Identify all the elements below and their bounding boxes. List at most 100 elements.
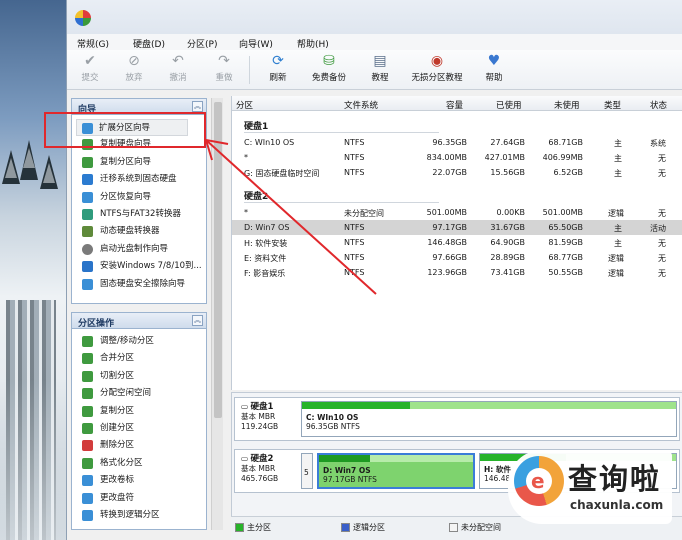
table-row[interactable]: * 未分配空间 501.00MB 0.00KB 501.00MB 逻辑 无 <box>232 205 682 220</box>
lossless-partition-tutorial-button[interactable]: ◉ 无损分区教程 <box>409 53 465 83</box>
allocate-icon <box>82 388 93 400</box>
redo-button[interactable]: ↷ 重做 <box>209 53 239 83</box>
partition-recovery-icon <box>82 191 93 203</box>
watermark: e 查询啦 chaxunla.com <box>508 450 672 524</box>
disk2-partition-d[interactable]: D: Win7 OS 97.17GB NTFS <box>317 453 475 489</box>
table-row[interactable]: E: 资料文件 NTFS 97.66GB 28.89GB 68.77GB 逻辑 … <box>232 250 682 265</box>
partition-ops-panel: 分区操作 ︽ 调整/移动分区 合并分区 切割分区 分配空闲空间 复制分区 创建分… <box>71 312 207 530</box>
partition-ops-header: 分区操作 ︽ <box>72 313 206 329</box>
op-resize-move[interactable]: 调整/移动分区 <box>72 333 206 350</box>
disk1-label: ▭ 硬盘1 基本 MBR 119.24GB <box>241 402 279 431</box>
refresh-icon: ⟳ <box>272 53 284 69</box>
left-panel-scrollbar[interactable] <box>211 98 223 530</box>
col-type[interactable]: 类型 <box>604 99 621 111</box>
check-icon: ✔ <box>84 53 96 69</box>
table-row[interactable]: C: WIn10 OS NTFS 96.35GB 27.64GB 68.71GB… <box>232 135 682 150</box>
discard-icon: ⊘ <box>128 53 140 69</box>
toolbar: ✔ 提交 ⊘ 放弃 ↶ 撤消 ↷ 重做 ⟳ 刷新 ⛁ 免费备份 ▤ 教程 ◉ 无… <box>67 50 682 90</box>
app-logo-icon <box>75 10 91 26</box>
ssd-erase-icon <box>82 278 93 290</box>
disk2-unallocated[interactable]: 5 <box>301 453 313 489</box>
tutorial-icon: ▤ <box>373 53 387 69</box>
op-copy-partition[interactable]: 复制分区 <box>72 403 206 420</box>
table-row-selected[interactable]: D: Win7 OS NTFS 97.17GB 31.67GB 65.50GB … <box>232 219 682 235</box>
ntfs-fat32-icon <box>82 208 93 220</box>
scrollbar-thumb[interactable] <box>214 102 222 418</box>
table-row[interactable]: * NTFS 834.00MB 427.01MB 406.99MB 主 无 <box>232 150 682 165</box>
discard-button[interactable]: ⊘ 放弃 <box>119 53 149 83</box>
legend-swatch <box>235 523 244 532</box>
label-icon <box>82 475 93 487</box>
title-bar <box>67 0 682 34</box>
wizard-item-ntfs-fat32[interactable]: NTFS与FAT32转换器 <box>72 206 206 223</box>
menu-bar: 常规(G) 硬盘(D) 分区(P) 向导(W) 帮助(H) <box>67 34 682 50</box>
watermark-logo-icon: e <box>514 456 564 506</box>
tutorial-button[interactable]: ▤ 教程 <box>365 53 395 83</box>
format-icon <box>82 457 93 469</box>
disk-map-disk1[interactable]: ▭ 硬盘1 基本 MBR 119.24GB C: WIn10 OS 96.35GB… <box>234 397 680 441</box>
copy-partition-icon <box>82 156 93 168</box>
copy-icon <box>82 405 93 417</box>
op-delete-partition[interactable]: 删除分区 <box>72 437 206 454</box>
dynamic-disk-icon <box>82 226 93 238</box>
create-icon <box>82 422 93 434</box>
col-free[interactable]: 未使用 <box>554 99 580 111</box>
undo-icon: ↶ <box>172 53 184 69</box>
op-change-letter[interactable]: 更改盘符 <box>72 490 206 507</box>
undo-button[interactable]: ↶ 撤消 <box>163 53 193 83</box>
drive-letter-icon <box>82 492 93 504</box>
migrate-os-icon <box>82 174 93 186</box>
windows-icon <box>82 261 93 273</box>
col-used[interactable]: 已使用 <box>496 99 522 111</box>
table-row[interactable]: G: 固态硬盘临时空间 NTFS 22.07GB 15.56GB 6.52GB … <box>232 165 682 180</box>
disk-group-header: 硬盘1 <box>232 111 682 135</box>
disk-group-header: 硬盘2 <box>232 181 682 205</box>
wizard-item-copy-partition[interactable]: 复制分区向导 <box>72 154 206 171</box>
tree-decoration <box>40 155 58 189</box>
partition-table: 分区 文件系统 容量 已使用 未使用 类型 状态 硬盘1 C: WIn10 OS… <box>231 96 682 390</box>
tree-decoration <box>20 140 38 180</box>
menu-partition[interactable]: 分区(P) <box>187 37 217 50</box>
op-split[interactable]: 切割分区 <box>72 368 206 385</box>
free-backup-button[interactable]: ⛁ 免费备份 <box>307 53 351 83</box>
toolbar-separator <box>249 56 250 84</box>
redo-icon: ↷ <box>218 53 230 69</box>
wizard-item-migrate-os[interactable]: 迁移系统到固态硬盘 <box>72 171 206 188</box>
usage-bar <box>302 402 411 409</box>
disk2-label: ▭ 硬盘2 基本 MBR 465.76GB <box>241 454 279 483</box>
legend-swatch <box>449 523 458 532</box>
boot-disc-icon <box>82 243 93 255</box>
commit-button[interactable]: ✔ 提交 <box>75 53 105 83</box>
annotation-highlight-box <box>44 112 206 148</box>
table-row[interactable]: F: 影音娱乐 NTFS 123.96GB 73.41GB 50.55GB 逻辑… <box>232 265 682 280</box>
collapse-icon[interactable]: ︽ <box>192 315 203 326</box>
tree-decoration <box>2 150 20 184</box>
collapse-icon[interactable]: ︽ <box>192 101 203 112</box>
col-partition[interactable]: 分区 <box>236 99 253 111</box>
menu-disk[interactable]: 硬盘(D) <box>133 37 165 50</box>
op-allocate-free-space[interactable]: 分配空闲空间 <box>72 385 206 402</box>
menu-general[interactable]: 常规(G) <box>77 37 109 50</box>
table-row[interactable]: H: 软件安装 NTFS 146.48GB 64.90GB 81.59GB 主 … <box>232 235 682 250</box>
wizard-item-boot-disc[interactable]: 启动光盘制作向导 <box>72 241 206 258</box>
col-capacity[interactable]: 容量 <box>446 99 463 111</box>
op-convert-logical[interactable]: 转换到逻辑分区 <box>72 507 206 524</box>
wizard-item-install-windows[interactable]: 安装Windows 7/8/10到... <box>72 258 206 275</box>
usage-free-bar <box>369 455 473 462</box>
col-filesystem[interactable]: 文件系统 <box>344 99 378 111</box>
disk1-partition-c[interactable]: C: WIn10 OS 96.35GB NTFS <box>301 401 677 437</box>
op-format-partition[interactable]: 格式化分区 <box>72 455 206 472</box>
wizard-item-dynamic-disk[interactable]: 动态硬盘转换器 <box>72 223 206 240</box>
help-button[interactable]: ♥ 帮助 <box>479 53 509 83</box>
wizard-item-partition-recovery[interactable]: 分区恢复向导 <box>72 189 206 206</box>
desktop-background <box>0 0 66 540</box>
menu-wizard[interactable]: 向导(W) <box>239 37 273 50</box>
wizard-item-ssd-erase[interactable]: 固态硬盘安全擦除向导 <box>72 276 206 293</box>
op-change-label[interactable]: 更改卷标 <box>72 472 206 489</box>
refresh-button[interactable]: ⟳ 刷新 <box>263 53 293 83</box>
op-create-partition[interactable]: 创建分区 <box>72 420 206 437</box>
col-status[interactable]: 状态 <box>650 99 667 111</box>
op-merge[interactable]: 合并分区 <box>72 350 206 367</box>
menu-help[interactable]: 帮助(H) <box>297 37 329 50</box>
merge-icon <box>82 353 93 365</box>
